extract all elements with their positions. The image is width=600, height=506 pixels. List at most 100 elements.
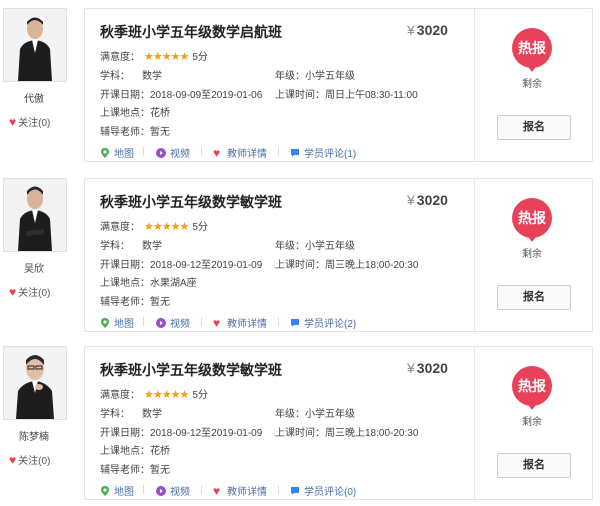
course-title[interactable]: 秋季班小学五年级数学启航班 bbox=[100, 22, 282, 42]
time-label: 上课时间： bbox=[275, 260, 325, 271]
satisfaction-label: 满意度： bbox=[100, 52, 140, 63]
grade-label: 年级： bbox=[275, 71, 305, 82]
subject-label: 学科： bbox=[100, 71, 130, 82]
link-divider bbox=[143, 147, 144, 156]
price-value: 3020 bbox=[416, 192, 448, 208]
heart-icon: ♥ bbox=[213, 483, 221, 498]
link-divider bbox=[201, 485, 202, 494]
teacher-panel: 代傲 ♥ 关注(0) bbox=[0, 0, 80, 166]
video-link[interactable]: 视频 bbox=[156, 145, 190, 160]
time-value: 周三晚上18:00-20:30 bbox=[325, 260, 419, 271]
card-divider bbox=[474, 347, 475, 499]
reviews-link[interactable]: 学员评论(2) bbox=[290, 315, 356, 330]
satisfaction-label: 满意度： bbox=[100, 222, 140, 233]
subject-line: 学科： 数学 bbox=[100, 237, 162, 252]
signup-button[interactable]: 报名 bbox=[497, 115, 571, 140]
follow-button[interactable]: ♥ 关注(0) bbox=[9, 284, 50, 299]
teacher-name[interactable]: 吴欣 bbox=[0, 260, 68, 275]
teacher-photo[interactable] bbox=[3, 8, 67, 82]
teacher-detail-link[interactable]: ♥ 教师详情 bbox=[213, 145, 267, 161]
currency-symbol: ¥ bbox=[407, 22, 415, 38]
comment-icon bbox=[291, 148, 299, 157]
satisfaction-line: 满意度： ★★★★★ 5分 bbox=[100, 386, 208, 401]
tutor-line: 辅导老师：暂无 bbox=[100, 293, 170, 308]
follow-button[interactable]: ♥ 关注(0) bbox=[9, 114, 50, 129]
location-value: 花桥 bbox=[150, 108, 170, 119]
time-label: 上课时间： bbox=[275, 428, 325, 439]
play-icon bbox=[156, 485, 166, 496]
teacher-detail-label: 教师详情 bbox=[227, 487, 267, 498]
video-link[interactable]: 视频 bbox=[156, 483, 190, 498]
time-value: 周三晚上18:00-20:30 bbox=[325, 428, 419, 439]
grade-line: 年级：小学五年级 bbox=[275, 67, 355, 82]
teacher-name[interactable]: 代傲 bbox=[0, 90, 68, 105]
teacher-panel: 陈梦楠 ♥ 关注(0) bbox=[0, 338, 80, 504]
location-line: 上课地点：水果湖A座 bbox=[100, 274, 197, 289]
teacher-photo[interactable] bbox=[3, 178, 67, 252]
subject-value: 数学 bbox=[142, 409, 162, 420]
course-row: 陈梦楠 ♥ 关注(0) 秋季班小学五年级数学敏学班 ¥3020 满意度： ★★★★★… bbox=[0, 338, 600, 504]
teacher-photo[interactable] bbox=[3, 346, 67, 420]
price-value: 3020 bbox=[416, 360, 448, 376]
tutor-value: 暂无 bbox=[150, 127, 170, 138]
tutor-value: 暂无 bbox=[150, 465, 170, 476]
course-title[interactable]: 秋季班小学五年级数学敏学班 bbox=[100, 192, 282, 212]
location-label: 上课地点： bbox=[100, 446, 150, 457]
signup-button[interactable]: 报名 bbox=[497, 285, 571, 310]
time-value: 周日上午08:30-11:00 bbox=[325, 90, 418, 101]
course-card: 秋季班小学五年级数学敏学班 ¥3020 满意度： ★★★★★ 5分 学科： 数学 年级… bbox=[84, 346, 593, 500]
heart-icon: ♥ bbox=[9, 453, 17, 467]
hot-badge: 热报 bbox=[512, 198, 552, 242]
dates-line: 开课日期：2018-09-12至2019-01-09 bbox=[100, 424, 262, 439]
video-link[interactable]: 视频 bbox=[156, 315, 190, 330]
card-divider bbox=[474, 179, 475, 331]
grade-line: 年级：小学五年级 bbox=[275, 405, 355, 420]
reviews-link[interactable]: 学员评论(0) bbox=[290, 483, 356, 498]
map-link[interactable]: 地图 bbox=[100, 483, 134, 498]
map-link[interactable]: 地图 bbox=[100, 315, 134, 330]
teacher-detail-link[interactable]: ♥ 教师详情 bbox=[213, 483, 267, 499]
link-divider bbox=[278, 317, 279, 326]
dates-value: 2018-09-09至2019-01-06 bbox=[150, 90, 263, 101]
follow-button[interactable]: ♥ 关注(0) bbox=[9, 452, 50, 467]
course-row: 吴欣 ♥ 关注(0) 秋季班小学五年级数学敏学班 ¥3020 满意度： ★★★★★ 5… bbox=[0, 170, 600, 336]
map-pin-icon bbox=[101, 317, 109, 328]
tutor-label: 辅导老师： bbox=[100, 127, 150, 138]
currency-symbol: ¥ bbox=[407, 192, 415, 208]
teacher-detail-link[interactable]: ♥ 教师详情 bbox=[213, 315, 267, 331]
hot-badge: 热报 bbox=[512, 28, 552, 72]
satisfaction-label: 满意度： bbox=[100, 390, 140, 401]
play-icon bbox=[156, 317, 166, 328]
map-label: 地图 bbox=[114, 149, 134, 160]
link-divider bbox=[201, 147, 202, 156]
grade-label: 年级： bbox=[275, 409, 305, 420]
link-divider bbox=[278, 147, 279, 156]
reviews-label: 学员评论(0) bbox=[304, 487, 357, 498]
subject-label: 学科： bbox=[100, 241, 130, 252]
signup-button[interactable]: 报名 bbox=[497, 453, 571, 478]
reviews-link[interactable]: 学员评论(1) bbox=[290, 145, 356, 160]
dates-line: 开课日期：2018-09-09至2019-01-06 bbox=[100, 86, 262, 101]
tutor-label: 辅导老师： bbox=[100, 297, 150, 308]
rating-score: 5分 bbox=[192, 222, 208, 233]
rating-score: 5分 bbox=[192, 52, 208, 63]
rating-score: 5分 bbox=[192, 390, 208, 401]
location-label: 上课地点： bbox=[100, 278, 150, 289]
course-price: ¥3020 bbox=[407, 360, 448, 376]
course-title[interactable]: 秋季班小学五年级数学敏学班 bbox=[100, 360, 282, 380]
heart-icon: ♥ bbox=[213, 315, 221, 330]
map-link[interactable]: 地图 bbox=[100, 145, 134, 160]
teacher-name[interactable]: 陈梦楠 bbox=[0, 428, 68, 443]
map-pin-icon bbox=[101, 485, 109, 496]
price-value: 3020 bbox=[416, 22, 448, 38]
dates-value: 2018-09-12至2019-01-09 bbox=[150, 428, 263, 439]
grade-label: 年级： bbox=[275, 241, 305, 252]
comment-icon bbox=[291, 318, 299, 327]
course-card: 秋季班小学五年级数学敏学班 ¥3020 满意度： ★★★★★ 5分 学科： 数学 年级… bbox=[84, 178, 593, 332]
reviews-label: 学员评论(2) bbox=[304, 319, 357, 330]
dates-line: 开课日期：2018-09-12至2019-01-09 bbox=[100, 256, 262, 271]
remaining-seats: 剩余 bbox=[522, 249, 542, 260]
heart-icon: ♥ bbox=[9, 285, 17, 299]
tutor-value: 暂无 bbox=[150, 297, 170, 308]
video-label: 视频 bbox=[170, 149, 190, 160]
